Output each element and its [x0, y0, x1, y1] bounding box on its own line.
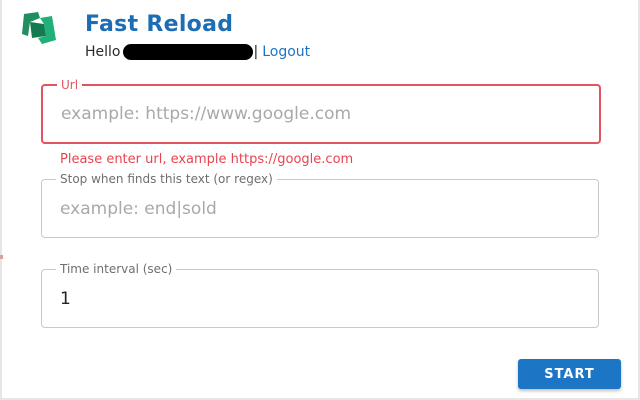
start-button[interactable]: START	[518, 359, 621, 389]
greeting-separator: |	[253, 44, 259, 60]
time-interval-input[interactable]	[60, 270, 580, 327]
url-input[interactable]	[61, 86, 581, 142]
time-interval-field: Time interval (sec)	[41, 261, 599, 328]
stop-text-input[interactable]	[60, 180, 580, 237]
fast-reload-popup: Fast Reload Hello | Logout Url Please en…	[0, 0, 640, 400]
stop-text-field: Stop when finds this text (or regex)	[41, 171, 599, 238]
background-fragment	[0, 255, 3, 259]
logout-link[interactable]: Logout	[262, 44, 310, 60]
redacted-username	[122, 44, 253, 60]
greeting-text: Hello	[85, 44, 121, 60]
fast-reload-logo-icon	[22, 12, 56, 44]
window-border-left	[0, 0, 2, 400]
url-field: Url	[41, 77, 601, 144]
user-greeting: Hello | Logout	[85, 44, 310, 60]
app-title: Fast Reload	[85, 12, 234, 37]
url-error-message: Please enter url, example https://google…	[60, 152, 354, 167]
